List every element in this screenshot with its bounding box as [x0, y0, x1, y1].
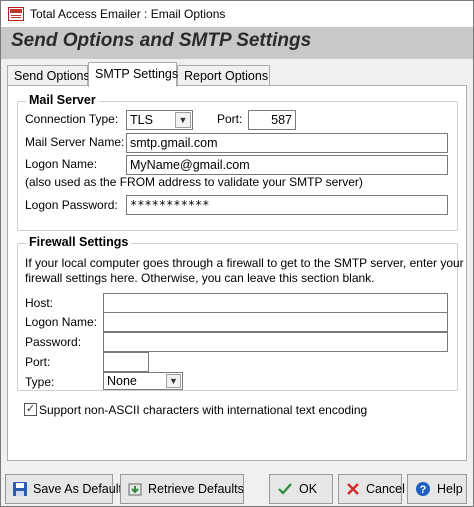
mail-server-group-title: Mail Server [26, 93, 99, 107]
firewall-group-title: Firewall Settings [26, 235, 132, 249]
port-label: Port: [217, 112, 243, 126]
connection-type-select[interactable]: TLS ▼ [126, 110, 193, 130]
title-bar: Total Access Emailer : Email Options [1, 1, 473, 27]
firewall-description-line1: If your local computer goes through a fi… [25, 256, 464, 270]
save-as-default-label: Save As Default [33, 482, 122, 496]
firewall-description-line2: firewall settings here. Otherwise, you c… [25, 271, 375, 285]
window-title: Total Access Emailer : Email Options [30, 7, 226, 21]
retrieve-defaults-label: Retrieve Defaults [148, 482, 244, 496]
help-button[interactable]: ? Help [407, 474, 467, 504]
page-title: Send Options and SMTP Settings [11, 30, 312, 51]
chevron-down-icon[interactable]: ▼ [175, 112, 191, 128]
firewall-logon-name-label: Logon Name: [25, 315, 98, 329]
firewall-password-label: Password: [25, 335, 82, 349]
mail-server-group: Mail Server Connection Type: TLS ▼ Port:… [17, 93, 458, 231]
tab-panel-smtp: Mail Server Connection Type: TLS ▼ Port:… [7, 85, 467, 461]
firewall-port-label: Port: [25, 355, 51, 369]
email-options-window: Total Access Emailer : Email Options Sen… [0, 0, 474, 507]
logon-name-label: Logon Name: [25, 157, 98, 171]
svg-text:?: ? [420, 484, 427, 496]
header-band: Send Options and SMTP Settings [1, 27, 473, 59]
mail-server-name-input[interactable]: smtp.gmail.com [126, 133, 448, 153]
close-icon [345, 480, 361, 498]
floppy-disk-icon [12, 480, 28, 498]
firewall-type-select[interactable]: None ▼ [103, 372, 183, 390]
retrieve-defaults-button[interactable]: Retrieve Defaults [120, 474, 244, 504]
logon-password-label: Logon Password: [25, 198, 118, 212]
connection-type-label: Connection Type: [25, 112, 119, 126]
logon-name-note: (also used as the FROM address to valida… [25, 175, 363, 189]
logon-name-input[interactable]: MyName@gmail.com [126, 155, 448, 175]
retrieve-icon [127, 480, 143, 498]
tab-send-options[interactable]: Send Options [7, 65, 90, 86]
button-bar: Save As Default Retrieve Defaults OK Can… [1, 466, 473, 506]
checkmark-icon [276, 480, 294, 498]
cancel-button[interactable]: Cancel [338, 474, 405, 504]
firewall-logon-name-input[interactable] [103, 312, 448, 332]
firewall-type-label: Type: [25, 375, 55, 389]
chevron-down-icon[interactable]: ▼ [166, 374, 181, 388]
firewall-host-label: Host: [25, 296, 54, 310]
help-label: Help [437, 482, 463, 496]
firewall-port-input[interactable] [103, 352, 149, 372]
help-icon: ? [414, 480, 432, 498]
connection-type-value: TLS [130, 113, 153, 127]
encoding-checkbox-label[interactable]: Support non-ASCII characters with intern… [39, 403, 367, 417]
encoding-checkbox[interactable]: ✓ [24, 403, 37, 416]
tab-report-options[interactable]: Report Options [177, 65, 270, 86]
cancel-label: Cancel [366, 482, 405, 496]
mail-server-name-label: Mail Server Name: [25, 135, 125, 149]
ok-label: OK [299, 482, 318, 496]
tab-smtp-settings[interactable]: SMTP Settings [88, 62, 178, 87]
ok-button[interactable]: OK [269, 474, 333, 504]
port-input[interactable]: 587 [248, 110, 296, 130]
firewall-group: Firewall Settings If your local computer… [17, 235, 464, 391]
save-as-default-button[interactable]: Save As Default [5, 474, 122, 504]
firewall-password-input[interactable] [103, 332, 448, 352]
firewall-host-input[interactable] [103, 293, 448, 313]
app-icon [8, 7, 24, 21]
firewall-type-value: None [107, 374, 137, 388]
logon-password-input[interactable]: *********** [126, 195, 448, 215]
